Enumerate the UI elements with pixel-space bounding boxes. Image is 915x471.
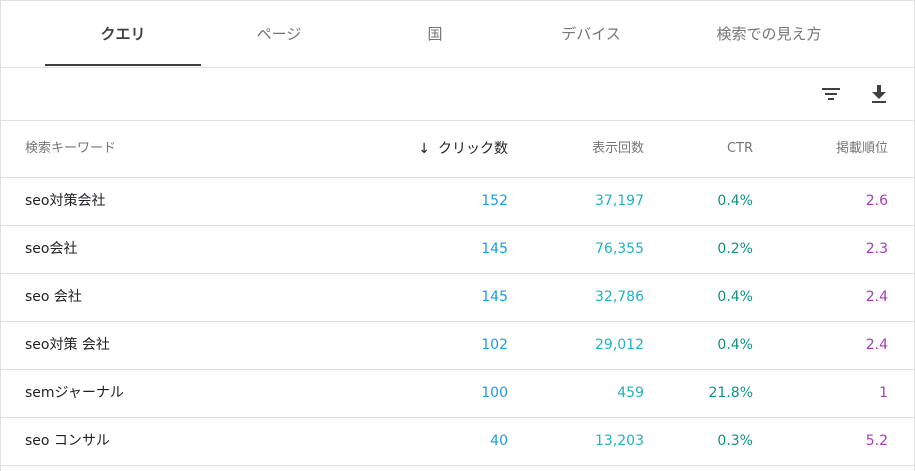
cell-ctr: 0.4% xyxy=(717,289,753,305)
cell-ctr: 0.4% xyxy=(717,193,753,209)
cell-ctr: 21.8% xyxy=(708,385,753,401)
cell-clicks: 40 xyxy=(490,433,508,449)
tab-countries[interactable]: 国 xyxy=(357,1,513,67)
header-clicks-label: クリック数 xyxy=(438,141,508,157)
header-position[interactable]: 掲載順位 xyxy=(781,121,888,177)
filter-icon xyxy=(822,88,840,100)
header-impressions[interactable]: 表示回数 xyxy=(541,121,644,177)
cell-ctr: 0.2% xyxy=(717,241,753,257)
cell-ctr: 0.3% xyxy=(717,433,753,449)
table-row[interactable]: seo対策会社 152 37,197 0.4% 2.6 xyxy=(1,178,914,226)
tab-search-appearance[interactable]: 検索での見え方 xyxy=(691,1,847,67)
cell-query: seo 会社 xyxy=(25,289,82,305)
table-row[interactable]: semジャーナル 100 459 21.8% 1 xyxy=(1,370,914,418)
tab-bar: クエリ ページ 国 デバイス 検索での見え方 xyxy=(1,1,914,68)
cell-clicks: 145 xyxy=(481,241,508,257)
cell-position: 1 xyxy=(879,385,888,401)
download-icon xyxy=(872,85,886,103)
filter-button[interactable] xyxy=(817,80,845,108)
cell-impressions: 13,203 xyxy=(595,433,644,449)
cell-impressions: 32,786 xyxy=(595,289,644,305)
table-toolbar xyxy=(1,68,914,121)
download-button[interactable] xyxy=(865,80,893,108)
cell-clicks: 145 xyxy=(481,289,508,305)
cell-position: 2.3 xyxy=(865,241,888,257)
header-ctr[interactable]: CTR xyxy=(681,121,753,177)
tab-pages[interactable]: ページ xyxy=(201,1,357,67)
cell-query: semジャーナル xyxy=(25,385,124,401)
tab-queries[interactable]: クエリ xyxy=(45,1,201,67)
cell-position: 2.4 xyxy=(865,337,888,353)
tab-devices[interactable]: デバイス xyxy=(513,1,669,67)
cell-query: seo対策会社 xyxy=(25,193,106,209)
table-row[interactable]: seo 会社 145 32,786 0.4% 2.4 xyxy=(1,274,914,322)
table-row[interactable]: seo対策 会社 102 29,012 0.4% 2.4 xyxy=(1,322,914,370)
active-tab-indicator xyxy=(45,64,201,66)
table-header: 検索キーワード ↓ クリック数 表示回数 CTR 掲載順位 xyxy=(1,121,914,178)
table-row[interactable]: seo コンサル 40 13,203 0.3% 5.2 xyxy=(1,418,914,466)
header-query[interactable]: 検索キーワード xyxy=(25,121,116,177)
cell-clicks: 152 xyxy=(481,193,508,209)
cell-position: 5.2 xyxy=(865,433,888,449)
cell-impressions: 29,012 xyxy=(595,337,644,353)
header-clicks[interactable]: ↓ クリック数 xyxy=(381,121,508,177)
cell-position: 2.6 xyxy=(865,193,888,209)
performance-card: クエリ ページ 国 デバイス 検索での見え方 検索キーワード ↓クリック数 表 xyxy=(0,0,915,471)
cell-query: seo会社 xyxy=(25,241,78,257)
sort-arrow-down-icon: ↓ xyxy=(418,141,430,157)
cell-impressions: 76,355 xyxy=(595,241,644,257)
cell-impressions: 459 xyxy=(617,385,644,401)
cell-query: seo コンサル xyxy=(25,433,110,449)
cell-impressions: 37,197 xyxy=(595,193,644,209)
cell-query: seo対策 会社 xyxy=(25,337,110,353)
cell-position: 2.4 xyxy=(865,289,888,305)
table-row[interactable]: seo会社 145 76,355 0.2% 2.3 xyxy=(1,226,914,274)
cell-ctr: 0.4% xyxy=(717,337,753,353)
cell-clicks: 102 xyxy=(481,337,508,353)
cell-clicks: 100 xyxy=(481,385,508,401)
